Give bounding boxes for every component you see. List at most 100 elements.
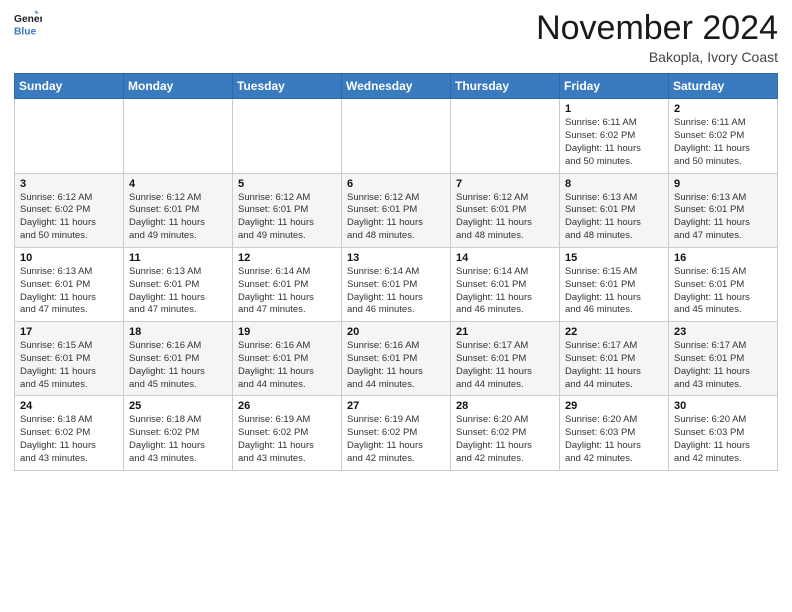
day-number: 1 (565, 103, 663, 115)
day-number: 24 (20, 400, 118, 412)
week-row-2: 3 Sunrise: 6:12 AMSunset: 6:02 PMDaylight… (15, 173, 778, 247)
day-cell-7: 7 Sunrise: 6:12 AMSunset: 6:01 PMDaylight… (451, 173, 560, 247)
day-number: 17 (20, 326, 118, 338)
day-info: Sunrise: 6:12 AMSunset: 6:01 PMDaylight:… (456, 192, 554, 243)
day-info: Sunrise: 6:18 AMSunset: 6:02 PMDaylight:… (20, 414, 118, 465)
day-number: 7 (456, 178, 554, 190)
day-number: 16 (674, 252, 772, 264)
day-cell-23: 23Sunrise: 6:17 AMSunset: 6:01 PMDayligh… (669, 322, 778, 396)
week-row-5: 24 Sunrise: 6:18 AMSunset: 6:02 PMDayligh… (15, 396, 778, 470)
day-number: 2 (674, 103, 772, 115)
day-cell-22: 22 Sunrise: 6:17 AMSunset: 6:01 PMDayligh… (560, 322, 669, 396)
day-cell-30: 30Sunrise: 6:20 AMSunset: 6:03 PMDayligh… (669, 396, 778, 470)
day-number: 28 (456, 400, 554, 412)
day-info: Sunrise: 6:12 AMSunset: 6:01 PMDaylight:… (347, 192, 445, 243)
svg-text:Blue: Blue (14, 26, 37, 37)
day-number: 8 (565, 178, 663, 190)
logo-icon: General Blue (14, 10, 42, 38)
day-info: Sunrise: 6:17 AMSunset: 6:01 PMDaylight:… (565, 340, 663, 391)
svg-text:General: General (14, 14, 42, 25)
day-cell-24: 24 Sunrise: 6:18 AMSunset: 6:02 PMDayligh… (15, 396, 124, 470)
day-cell-5: 5 Sunrise: 6:12 AMSunset: 6:01 PMDaylight… (233, 173, 342, 247)
day-number: 10 (20, 252, 118, 264)
day-cell-1: 1 Sunrise: 6:11 AMSunset: 6:02 PMDaylight… (560, 99, 669, 173)
week-row-1: 1 Sunrise: 6:11 AMSunset: 6:02 PMDaylight… (15, 99, 778, 173)
day-number: 25 (129, 400, 227, 412)
day-cell-18: 18Sunrise: 6:16 AMSunset: 6:01 PMDayligh… (124, 322, 233, 396)
day-cell-4: 4Sunrise: 6:12 AMSunset: 6:01 PMDaylight… (124, 173, 233, 247)
day-number: 20 (347, 326, 445, 338)
day-cell-15: 15Sunrise: 6:15 AMSunset: 6:01 PMDayligh… (560, 247, 669, 321)
day-info: Sunrise: 6:14 AMSunset: 6:01 PMDaylight:… (456, 266, 554, 317)
day-cell-25: 25 Sunrise: 6:18 AMSunset: 6:02 PMDayligh… (124, 396, 233, 470)
day-cell-13: 13Sunrise: 6:14 AMSunset: 6:01 PMDayligh… (342, 247, 451, 321)
day-cell-20: 20 Sunrise: 6:16 AMSunset: 6:01 PMDayligh… (342, 322, 451, 396)
weekday-header-tuesday: Tuesday (233, 74, 342, 99)
day-cell-9: 9 Sunrise: 6:13 AMSunset: 6:01 PMDaylight… (669, 173, 778, 247)
day-info: Sunrise: 6:16 AMSunset: 6:01 PMDaylight:… (238, 340, 336, 391)
day-cell-10: 10 Sunrise: 6:13 AMSunset: 6:01 PMDayligh… (15, 247, 124, 321)
day-number: 4 (129, 178, 227, 190)
day-info: Sunrise: 6:12 AMSunset: 6:02 PMDaylight:… (20, 192, 118, 243)
day-info: Sunrise: 6:15 AMSunset: 6:01 PMDaylight:… (565, 266, 663, 317)
day-info: Sunrise: 6:11 AMSunset: 6:02 PMDaylight:… (565, 117, 663, 168)
day-number: 26 (238, 400, 336, 412)
empty-cell (233, 99, 342, 173)
day-cell-14: 14Sunrise: 6:14 AMSunset: 6:01 PMDayligh… (451, 247, 560, 321)
weekday-header-sunday: Sunday (15, 74, 124, 99)
title-block: November 2024 Bakopla, Ivory Coast (536, 10, 778, 65)
day-info: Sunrise: 6:16 AMSunset: 6:01 PMDaylight:… (347, 340, 445, 391)
week-row-4: 17Sunrise: 6:15 AMSunset: 6:01 PMDayligh… (15, 322, 778, 396)
day-cell-19: 19 Sunrise: 6:16 AMSunset: 6:01 PMDayligh… (233, 322, 342, 396)
day-number: 5 (238, 178, 336, 190)
empty-cell (342, 99, 451, 173)
day-cell-11: 11 Sunrise: 6:13 AMSunset: 6:01 PMDayligh… (124, 247, 233, 321)
calendar: SundayMondayTuesdayWednesdayThursdayFrid… (14, 73, 778, 470)
day-info: Sunrise: 6:12 AMSunset: 6:01 PMDaylight:… (238, 192, 336, 243)
day-number: 22 (565, 326, 663, 338)
day-cell-6: 6 Sunrise: 6:12 AMSunset: 6:01 PMDaylight… (342, 173, 451, 247)
day-info: Sunrise: 6:13 AMSunset: 6:01 PMDaylight:… (129, 266, 227, 317)
day-info: Sunrise: 6:20 AMSunset: 6:03 PMDaylight:… (674, 414, 772, 465)
day-info: Sunrise: 6:13 AMSunset: 6:01 PMDaylight:… (20, 266, 118, 317)
day-info: Sunrise: 6:19 AMSunset: 6:02 PMDaylight:… (238, 414, 336, 465)
day-info: Sunrise: 6:13 AMSunset: 6:01 PMDaylight:… (674, 192, 772, 243)
day-number: 29 (565, 400, 663, 412)
day-number: 9 (674, 178, 772, 190)
day-number: 13 (347, 252, 445, 264)
day-cell-12: 12 Sunrise: 6:14 AMSunset: 6:01 PMDayligh… (233, 247, 342, 321)
day-info: Sunrise: 6:13 AMSunset: 6:01 PMDaylight:… (565, 192, 663, 243)
day-number: 11 (129, 252, 227, 264)
empty-cell (124, 99, 233, 173)
weekday-header-thursday: Thursday (451, 74, 560, 99)
header: General Blue General Blue November 2024 … (14, 10, 778, 65)
day-info: Sunrise: 6:11 AMSunset: 6:02 PMDaylight:… (674, 117, 772, 168)
day-cell-16: 16 Sunrise: 6:15 AMSunset: 6:01 PMDayligh… (669, 247, 778, 321)
weekday-header-friday: Friday (560, 74, 669, 99)
day-number: 3 (20, 178, 118, 190)
day-info: Sunrise: 6:15 AMSunset: 6:01 PMDaylight:… (674, 266, 772, 317)
day-number: 12 (238, 252, 336, 264)
logo: General Blue General Blue (14, 10, 42, 38)
day-info: Sunrise: 6:14 AMSunset: 6:01 PMDaylight:… (238, 266, 336, 317)
day-cell-21: 21Sunrise: 6:17 AMSunset: 6:01 PMDayligh… (451, 322, 560, 396)
day-number: 6 (347, 178, 445, 190)
month-title: November 2024 (536, 10, 778, 47)
day-info: Sunrise: 6:17 AMSunset: 6:01 PMDaylight:… (456, 340, 554, 391)
day-info: Sunrise: 6:19 AMSunset: 6:02 PMDaylight:… (347, 414, 445, 465)
day-number: 19 (238, 326, 336, 338)
day-cell-2: 2 Sunrise: 6:11 AMSunset: 6:02 PMDaylight… (669, 99, 778, 173)
week-row-3: 10 Sunrise: 6:13 AMSunset: 6:01 PMDayligh… (15, 247, 778, 321)
day-info: Sunrise: 6:20 AMSunset: 6:02 PMDaylight:… (456, 414, 554, 465)
empty-cell (15, 99, 124, 173)
day-cell-17: 17Sunrise: 6:15 AMSunset: 6:01 PMDayligh… (15, 322, 124, 396)
day-cell-26: 26 Sunrise: 6:19 AMSunset: 6:02 PMDayligh… (233, 396, 342, 470)
day-info: Sunrise: 6:18 AMSunset: 6:02 PMDaylight:… (129, 414, 227, 465)
day-cell-28: 28 Sunrise: 6:20 AMSunset: 6:02 PMDayligh… (451, 396, 560, 470)
day-cell-27: 27Sunrise: 6:19 AMSunset: 6:02 PMDayligh… (342, 396, 451, 470)
day-cell-8: 8 Sunrise: 6:13 AMSunset: 6:01 PMDaylight… (560, 173, 669, 247)
day-cell-3: 3 Sunrise: 6:12 AMSunset: 6:02 PMDaylight… (15, 173, 124, 247)
weekday-header-saturday: Saturday (669, 74, 778, 99)
weekday-header-row: SundayMondayTuesdayWednesdayThursdayFrid… (15, 74, 778, 99)
day-info: Sunrise: 6:16 AMSunset: 6:01 PMDaylight:… (129, 340, 227, 391)
